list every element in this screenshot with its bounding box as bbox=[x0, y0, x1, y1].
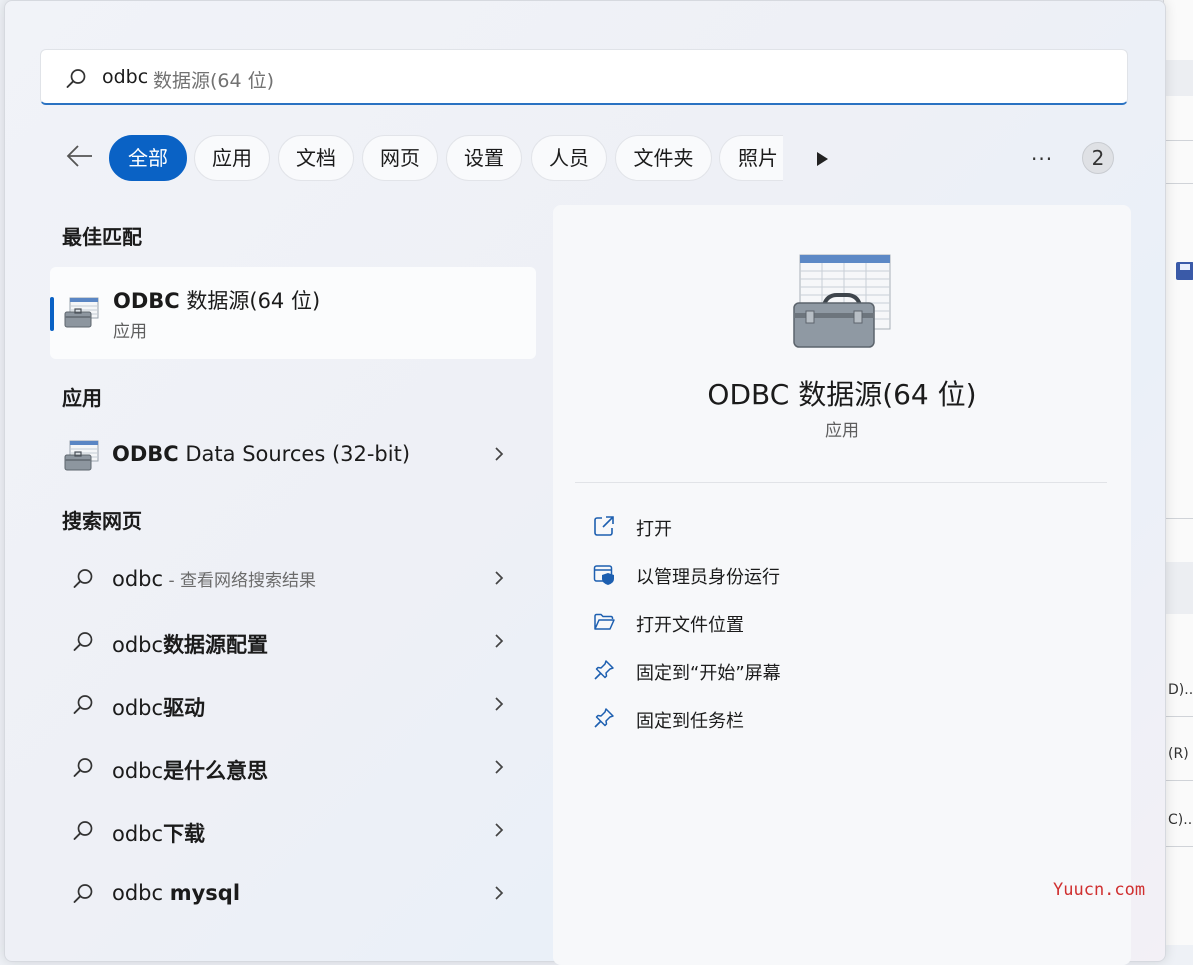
run-as-admin-icon bbox=[593, 565, 614, 585]
back-arrow-icon[interactable] bbox=[65, 143, 95, 169]
action-label: 打开文件位置 bbox=[636, 615, 744, 636]
filter-chip-settings[interactable]: 设置 bbox=[446, 135, 522, 181]
background-divider bbox=[1164, 780, 1193, 781]
preview-title: ODBC 数据源(64 位) bbox=[707, 378, 977, 411]
chevron-right-icon bbox=[495, 571, 504, 585]
search-icon bbox=[73, 821, 93, 840]
pin-icon bbox=[594, 708, 614, 728]
background-divider bbox=[1164, 183, 1193, 184]
web-result-label: odbc下载 bbox=[112, 822, 206, 846]
app-result-label: ODBC Data Sources (32-bit) bbox=[112, 442, 411, 466]
background-menu-fragment: (R) bbox=[1168, 746, 1189, 762]
action-label: 以管理员身份运行 bbox=[636, 567, 780, 588]
preview-type: 应用 bbox=[825, 421, 859, 441]
background-band bbox=[1164, 562, 1193, 614]
action-open[interactable]: 打开 bbox=[593, 512, 993, 542]
search-autocomplete-hint: 数据源(64 位) bbox=[153, 70, 275, 92]
watermark: Yuucn.com bbox=[1053, 880, 1146, 900]
best-match-item[interactable]: ODBC 数据源(64 位) 应用 bbox=[50, 267, 536, 359]
chevron-right-icon bbox=[495, 697, 504, 711]
search-box[interactable]: odbc 数据源(64 位) bbox=[40, 49, 1128, 105]
section-web-search: 搜索网页 bbox=[62, 509, 142, 533]
preview-pane: ODBC 数据源(64 位) 应用 打开 以管理员身份运行 打开文件位置 固定到… bbox=[553, 205, 1131, 965]
background-divider bbox=[1164, 716, 1193, 717]
background-menu-fragment: C)... bbox=[1168, 812, 1193, 828]
search-icon bbox=[73, 632, 93, 651]
odbc-app-icon bbox=[64, 440, 99, 471]
filter-chip-web[interactable]: 网页 bbox=[362, 135, 438, 181]
background-divider bbox=[1164, 140, 1193, 141]
section-apps: 应用 bbox=[62, 386, 102, 410]
background-menu-fragment: D)... bbox=[1168, 682, 1193, 698]
web-result-label: odbc - 查看网络搜索结果 bbox=[112, 567, 317, 591]
action-run-as-admin[interactable]: 以管理员身份运行 bbox=[593, 560, 993, 590]
web-result-item[interactable]: odbc驱动 bbox=[50, 680, 536, 730]
web-result-label: odbc数据源配置 bbox=[112, 633, 269, 657]
chevron-right-icon bbox=[495, 823, 504, 837]
preview-divider bbox=[575, 482, 1107, 483]
action-pin-to-start[interactable]: 固定到“开始”屏幕 bbox=[593, 656, 993, 686]
filter-chip-folders[interactable]: 文件夹 bbox=[615, 135, 712, 181]
background-divider bbox=[1164, 846, 1193, 847]
filter-chip-apps[interactable]: 应用 bbox=[194, 135, 270, 181]
filter-chip-people[interactable]: 人员 bbox=[531, 135, 607, 181]
filter-chip-all[interactable]: 全部 bbox=[109, 135, 187, 181]
search-icon bbox=[73, 884, 93, 903]
action-open-file-location[interactable]: 打开文件位置 bbox=[593, 608, 993, 638]
best-match-name: ODBC 数据源(64 位) bbox=[113, 289, 321, 313]
web-result-item[interactable]: odbc - 查看网络搜索结果 bbox=[50, 554, 536, 604]
pin-icon bbox=[594, 660, 614, 680]
rewards-badge[interactable]: 2 bbox=[1082, 142, 1114, 174]
action-pin-to-taskbar[interactable]: 固定到任务栏 bbox=[593, 704, 993, 734]
chevron-right-icon bbox=[495, 634, 504, 648]
action-label: 固定到任务栏 bbox=[636, 711, 744, 732]
search-icon bbox=[73, 695, 93, 714]
folder-open-icon bbox=[594, 613, 615, 630]
filter-chip-documents[interactable]: 文档 bbox=[278, 135, 354, 181]
web-result-item[interactable]: odbc是什么意思 bbox=[50, 743, 536, 793]
odbc-app-icon bbox=[64, 297, 99, 328]
action-label: 固定到“开始”屏幕 bbox=[636, 663, 781, 684]
background-band bbox=[1164, 60, 1193, 96]
save-icon bbox=[1176, 262, 1193, 280]
more-options-icon[interactable]: ··· bbox=[1031, 147, 1053, 171]
background-window: D)... (R) C)... bbox=[1163, 0, 1193, 945]
chevron-right-icon bbox=[495, 447, 504, 461]
filter-chip-photos[interactable]: 照片 bbox=[719, 135, 783, 181]
web-result-label: odbc mysql bbox=[112, 881, 241, 905]
selection-indicator bbox=[50, 297, 54, 331]
web-result-item[interactable]: odbc下载 bbox=[50, 806, 536, 856]
search-icon bbox=[73, 569, 93, 588]
action-label: 打开 bbox=[636, 519, 672, 540]
start-search-panel: odbc 数据源(64 位) 全部 应用 文档 网页 设置 人员 文件夹 照片 … bbox=[4, 0, 1166, 965]
open-external-icon bbox=[594, 516, 614, 536]
search-icon bbox=[73, 758, 93, 777]
background-divider bbox=[1164, 518, 1193, 519]
scroll-right-icon[interactable] bbox=[815, 151, 829, 167]
chevron-right-icon bbox=[495, 760, 504, 774]
section-best-match: 最佳匹配 bbox=[62, 225, 142, 249]
odbc-app-icon-large bbox=[793, 254, 891, 348]
search-input-text[interactable]: odbc bbox=[102, 66, 148, 88]
chevron-right-icon bbox=[495, 886, 504, 900]
web-result-label: odbc驱动 bbox=[112, 696, 206, 720]
best-match-type: 应用 bbox=[113, 322, 147, 342]
web-result-label: odbc是什么意思 bbox=[112, 759, 269, 783]
app-result-item[interactable]: ODBC Data Sources (32-bit) bbox=[50, 430, 536, 480]
web-result-item[interactable]: odbc数据源配置 bbox=[50, 617, 536, 667]
search-icon bbox=[66, 69, 86, 88]
web-result-item[interactable]: odbc mysql bbox=[50, 869, 536, 919]
